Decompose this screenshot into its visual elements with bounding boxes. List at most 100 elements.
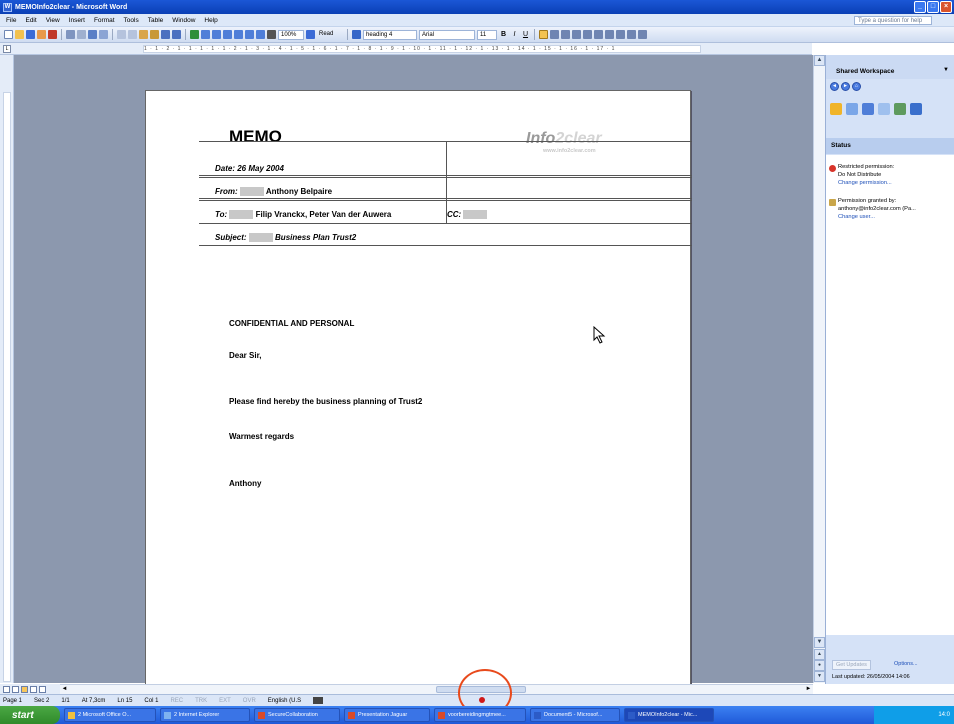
document-map-icon[interactable]: [256, 30, 265, 39]
horizontal-scrollbar[interactable]: ◄ ►: [60, 684, 813, 694]
print-icon[interactable]: [66, 30, 75, 39]
save-icon[interactable]: [26, 30, 35, 39]
help-search-input[interactable]: Type a question for help: [854, 16, 932, 25]
menu-table[interactable]: Table: [148, 17, 164, 24]
tab-selector[interactable]: L: [3, 45, 11, 53]
email-icon[interactable]: [48, 30, 57, 39]
spelling-status-icon[interactable]: [313, 697, 324, 704]
status-trk[interactable]: TRK: [195, 698, 207, 704]
reading-layout-button[interactable]: [39, 685, 46, 693]
next-page-button[interactable]: ▼: [814, 671, 825, 682]
document-page[interactable]: MEMO Info2clear www.info2clear.com Date:…: [145, 90, 692, 690]
scroll-left-button[interactable]: ◄: [60, 685, 69, 694]
menu-edit[interactable]: Edit: [25, 17, 36, 24]
align-right-icon[interactable]: [561, 30, 570, 39]
menu-help[interactable]: Help: [204, 17, 217, 24]
scroll-down-button[interactable]: ▼: [814, 637, 825, 648]
insert-table-icon[interactable]: [212, 30, 221, 39]
status-ovr[interactable]: OVR: [243, 698, 256, 704]
font-size-select[interactable]: 11: [477, 29, 497, 40]
format-painter-icon[interactable]: [150, 30, 159, 39]
word-app-icon[interactable]: W: [3, 2, 12, 12]
info-tab-icon[interactable]: [910, 103, 922, 115]
task-pane-menu-icon[interactable]: ▼: [943, 67, 949, 73]
menu-view[interactable]: View: [46, 17, 60, 24]
menu-file[interactable]: File: [6, 17, 16, 24]
web-layout-button[interactable]: [12, 685, 19, 693]
numbering-icon[interactable]: [594, 30, 603, 39]
undo-icon[interactable]: [161, 30, 170, 39]
open-folder-icon[interactable]: [15, 30, 24, 39]
minimize-button[interactable]: _: [914, 1, 926, 13]
taskbar-item-ie[interactable]: 2 Internet Explorer: [160, 708, 250, 722]
underline-button[interactable]: U: [521, 30, 530, 39]
bold-button[interactable]: B: [499, 30, 508, 39]
bullets-icon[interactable]: [605, 30, 614, 39]
print-preview-icon[interactable]: [77, 30, 86, 39]
home-icon[interactable]: ⌂: [852, 82, 861, 91]
status-tab-icon[interactable]: [830, 103, 842, 115]
scroll-right-button[interactable]: ►: [804, 685, 813, 694]
paste-icon[interactable]: [139, 30, 148, 39]
vertical-scrollbar[interactable]: ▲ ▼ ▲ ● ▼: [813, 55, 825, 683]
help-icon[interactable]: [306, 30, 315, 39]
select-browse-object-button[interactable]: ●: [814, 660, 825, 671]
status-language[interactable]: English (U.S: [268, 698, 301, 704]
permission-icon[interactable]: [37, 30, 46, 39]
align-left-icon[interactable]: [539, 30, 548, 39]
new-document-icon[interactable]: [4, 30, 13, 39]
hyperlink-icon[interactable]: [190, 30, 199, 39]
taskbar-item-memo[interactable]: MEMOInfo2clear - Mic...: [624, 708, 714, 722]
justify-icon[interactable]: [572, 30, 581, 39]
change-permission-link[interactable]: Change permission...: [838, 179, 892, 187]
spelling-icon[interactable]: [88, 30, 97, 39]
zoom-select[interactable]: 100%: [278, 29, 304, 40]
tray-clock[interactable]: 14:0: [938, 712, 950, 718]
italic-button[interactable]: I: [510, 30, 519, 39]
back-icon[interactable]: ◄: [830, 82, 839, 91]
taskbar-item-office[interactable]: 2 Microsoft Office O...: [64, 708, 156, 722]
print-layout-button[interactable]: [21, 685, 28, 693]
increase-indent-icon[interactable]: [627, 30, 636, 39]
borders-icon[interactable]: [638, 30, 647, 39]
members-tab-icon[interactable]: [846, 103, 858, 115]
styles-formatting-icon[interactable]: [352, 30, 361, 39]
taskbar-item-presentation[interactable]: Presentation Jaguar: [344, 708, 430, 722]
decrease-indent-icon[interactable]: [616, 30, 625, 39]
menu-tools[interactable]: Tools: [124, 17, 139, 24]
forward-icon[interactable]: ►: [841, 82, 850, 91]
scroll-up-button[interactable]: ▲: [814, 55, 825, 66]
normal-view-button[interactable]: [3, 685, 10, 693]
status-ext[interactable]: EXT: [219, 698, 231, 704]
menu-insert[interactable]: Insert: [69, 17, 85, 24]
taskbar-item-document5[interactable]: Document5 - Microsof...: [530, 708, 620, 722]
change-user-link[interactable]: Change user...: [838, 213, 875, 221]
documents-tab-icon[interactable]: [878, 103, 890, 115]
menu-window[interactable]: Window: [172, 17, 195, 24]
line-spacing-icon[interactable]: [583, 30, 592, 39]
columns-icon[interactable]: [234, 30, 243, 39]
insert-excel-icon[interactable]: [223, 30, 232, 39]
research-icon[interactable]: [99, 30, 108, 39]
redo-icon[interactable]: [172, 30, 181, 39]
read-button[interactable]: Read: [317, 30, 343, 40]
close-button[interactable]: ×: [940, 1, 952, 13]
status-rec[interactable]: REC: [170, 698, 183, 704]
font-select[interactable]: Arial: [419, 29, 475, 40]
align-center-icon[interactable]: [550, 30, 559, 39]
copy-icon[interactable]: [128, 30, 137, 39]
options-link[interactable]: Options...: [894, 661, 918, 667]
cut-icon[interactable]: [117, 30, 126, 39]
horizontal-ruler[interactable]: L 1 · 1 · 2 · 1 · 1 · 1 · 1 · 1 · 2 · 1 …: [0, 43, 812, 55]
links-tab-icon[interactable]: [894, 103, 906, 115]
menu-format[interactable]: Format: [94, 17, 115, 24]
maximize-button[interactable]: □: [927, 1, 939, 13]
get-updates-button[interactable]: Get Updates: [832, 660, 871, 670]
tables-borders-icon[interactable]: [201, 30, 210, 39]
show-hide-icon[interactable]: [267, 30, 276, 39]
taskbar-item-voorbereiding[interactable]: voorbereidingmgtmee...: [434, 708, 526, 722]
vertical-ruler[interactable]: [0, 55, 14, 683]
tasks-tab-icon[interactable]: [862, 103, 874, 115]
outline-view-button[interactable]: [30, 685, 37, 693]
start-button[interactable]: start: [0, 706, 60, 724]
